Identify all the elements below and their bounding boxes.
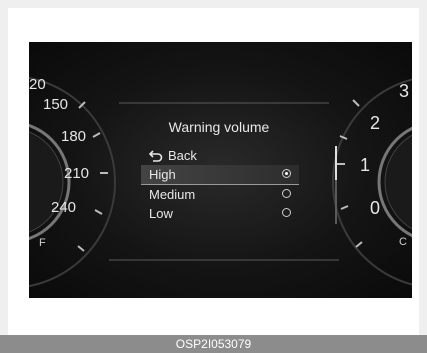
menu-item-label: High xyxy=(149,167,176,182)
speed-tick-label: 150 xyxy=(43,96,69,113)
instrument-cluster-display: 20 150 180 210 240 F 3 2 1 0 C Warning v… xyxy=(29,42,412,298)
menu-item-label: Medium xyxy=(149,187,196,202)
image-caption: OSP2I053079 xyxy=(0,335,427,353)
radio-empty-icon xyxy=(282,208,291,217)
speed-tick-label: 240 xyxy=(51,199,77,216)
menu-item-low[interactable]: Low xyxy=(141,204,299,223)
back-menu-item[interactable]: Back xyxy=(141,146,299,165)
radio-selected-icon xyxy=(282,169,291,178)
rpm-tick-label: 3 xyxy=(399,81,410,101)
rpm-tick-label: 2 xyxy=(370,113,381,133)
rpm-tick-label: 1 xyxy=(360,155,371,175)
menu-title: Warning volume xyxy=(168,119,270,135)
scrollbar-thumb[interactable] xyxy=(335,146,337,180)
speed-tick-label: 210 xyxy=(64,165,90,182)
speed-tick-label: 20 xyxy=(29,76,46,93)
back-arrow-icon xyxy=(149,150,163,162)
speed-tick-label: 180 xyxy=(61,128,87,145)
rpm-tick-label: 0 xyxy=(370,198,381,218)
menu-scrollbar[interactable] xyxy=(335,146,337,224)
menu-item-medium[interactable]: Medium xyxy=(141,185,299,204)
menu-item-high[interactable]: High xyxy=(141,165,299,185)
radio-empty-icon xyxy=(282,189,291,198)
warning-volume-menu: Warning volume Back High Medium Low xyxy=(141,107,337,267)
temp-cold-label: C xyxy=(399,236,407,248)
back-label: Back xyxy=(168,148,197,163)
menu-item-label: Low xyxy=(149,206,173,221)
fuel-full-label: F xyxy=(39,237,46,249)
